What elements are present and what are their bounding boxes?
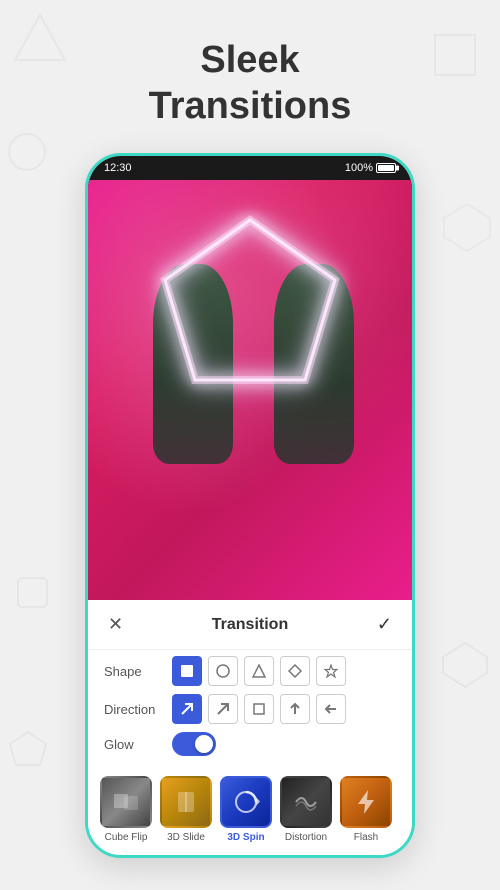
thumbnails-row: Cube Flip 3D Slide	[88, 768, 412, 855]
confirm-button[interactable]: ✓	[373, 610, 396, 639]
shape-star-btn[interactable]	[316, 656, 346, 686]
thumb-3d-slide-inner	[162, 778, 210, 826]
thumb-distortion-inner	[282, 778, 330, 826]
thumb-cube-flip[interactable]: Cube Flip	[96, 776, 156, 843]
page-title-line2: Transitions	[0, 84, 500, 130]
battery-indicator: 100%	[345, 162, 396, 174]
shape-label: Shape	[104, 664, 172, 679]
thumb-3d-slide-label: 3D Slide	[167, 832, 205, 843]
toolbar: ✕ Transition ✓	[88, 600, 412, 650]
thumb-3d-spin[interactable]: 3D Spin	[216, 776, 276, 843]
video-area	[88, 180, 412, 600]
phone-mockup: 12:30 100% ✕ Transition ✓	[85, 153, 415, 858]
dir-out-btn[interactable]	[208, 694, 238, 724]
glow-row: Glow	[104, 732, 396, 756]
status-time: 12:30	[104, 162, 132, 174]
glow-label: Glow	[104, 737, 172, 752]
thumb-3d-spin-label: 3D Spin	[227, 832, 264, 843]
thumb-flash[interactable]: Flash	[336, 776, 396, 843]
battery-fill	[378, 165, 394, 171]
glow-shape	[150, 210, 350, 410]
shape-triangle-btn[interactable]	[244, 656, 274, 686]
shape-circle-btn[interactable]	[208, 656, 238, 686]
thumb-flash-label: Flash	[354, 832, 378, 843]
thumb-cube-flip-label: Cube Flip	[105, 832, 148, 843]
dir-back-btn[interactable]	[244, 694, 274, 724]
shape-row: Shape	[104, 656, 396, 686]
options-section: Shape	[88, 650, 412, 768]
thumb-3d-spin-img	[220, 776, 272, 828]
thumb-distortion-img	[280, 776, 332, 828]
page-title-line1: Sleek	[0, 38, 500, 84]
direction-options	[172, 694, 346, 724]
thumb-distortion-label: Distortion	[285, 832, 327, 843]
thumb-3d-slide[interactable]: 3D Slide	[156, 776, 216, 843]
thumb-cube-flip-img	[100, 776, 152, 828]
glow-toggle[interactable]	[172, 732, 216, 756]
thumb-flash-inner	[342, 778, 390, 826]
page-title-area: Sleek Transitions	[0, 0, 500, 153]
shape-square-btn[interactable]	[172, 656, 202, 686]
thumb-distortion[interactable]: Distortion	[276, 776, 336, 843]
thumb-flash-img	[340, 776, 392, 828]
bottom-panel: ✕ Transition ✓ Shape	[88, 600, 412, 855]
thumb-cube-flip-inner	[102, 778, 150, 826]
thumb-3d-slide-img	[160, 776, 212, 828]
status-bar: 12:30 100%	[88, 156, 412, 180]
direction-row: Direction	[104, 694, 396, 724]
shape-options	[172, 656, 346, 686]
battery-percent: 100%	[345, 162, 373, 174]
dir-left-btn[interactable]	[316, 694, 346, 724]
toolbar-title: Transition	[212, 616, 288, 634]
thumb-3d-spin-inner	[222, 778, 270, 826]
battery-bar-icon	[376, 163, 396, 173]
direction-label: Direction	[104, 702, 172, 717]
shape-diamond-btn[interactable]	[280, 656, 310, 686]
dir-up-btn[interactable]	[280, 694, 310, 724]
dir-diagonal-btn[interactable]	[172, 694, 202, 724]
close-button[interactable]: ✕	[104, 610, 127, 639]
